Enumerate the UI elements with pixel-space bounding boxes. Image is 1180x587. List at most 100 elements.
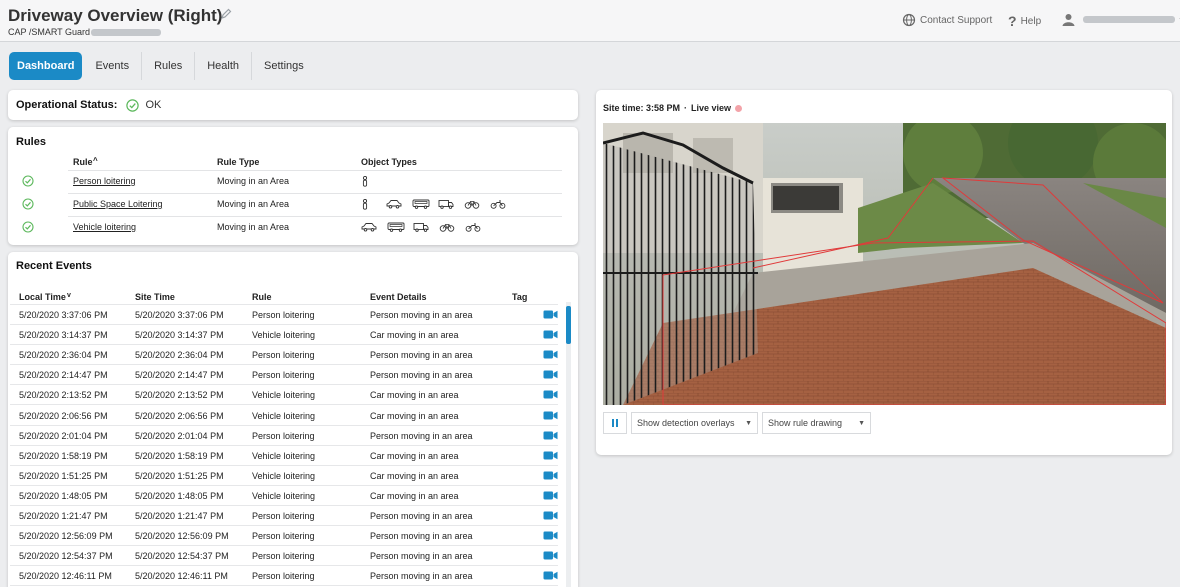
bicycle-icon	[439, 222, 455, 234]
rule-drawing-select[interactable]: Show rule drawing ▼	[762, 412, 871, 434]
sort-descending-icon[interactable]: v	[67, 292, 71, 299]
live-view-label: Live view	[691, 103, 732, 113]
video-clip-icon[interactable]	[543, 571, 558, 582]
event-row-divider	[10, 424, 558, 426]
operational-status-label: Operational Status:	[16, 99, 118, 111]
events-col-local-time[interactable]: Local Time	[19, 292, 66, 302]
motorcycle-icon	[490, 199, 506, 211]
event-local-time: 5/20/2020 2:14:47 PM	[19, 370, 108, 381]
page-title: Driveway Overview (Right)	[8, 6, 223, 25]
event-site-time: 5/20/2020 1:58:19 PM	[135, 450, 224, 461]
rules-col-rule[interactable]: Rule	[73, 157, 93, 167]
event-row-divider	[10, 484, 558, 486]
video-clip-icon[interactable]	[543, 370, 558, 381]
car-icon	[386, 199, 402, 211]
event-local-time: 5/20/2020 2:13:52 PM	[19, 390, 108, 401]
video-clip-icon[interactable]	[543, 330, 558, 341]
event-row-divider	[10, 464, 558, 466]
tab-rules[interactable]: Rules	[142, 52, 196, 80]
event-local-time: 5/20/2020 3:37:06 PM	[19, 310, 108, 320]
video-clip-icon[interactable]	[543, 431, 558, 442]
user-menu[interactable]	[1062, 13, 1180, 26]
event-row-divider	[10, 364, 558, 366]
rule-row-divider	[68, 193, 562, 194]
tab-dashboard[interactable]: Dashboard	[9, 52, 83, 80]
event-details: Person moving in an area	[370, 350, 473, 361]
events-col-event-details: Event Details	[370, 292, 427, 302]
event-site-time: 5/20/2020 2:06:56 PM	[135, 410, 224, 421]
event-rule: Vehicle loitering	[252, 490, 316, 501]
rule-type: Moving in an Area	[217, 222, 290, 232]
event-local-time: 5/20/2020 2:01:04 PM	[19, 430, 108, 441]
event-row-divider	[10, 404, 558, 406]
event-row-divider	[10, 324, 558, 325]
event-local-time: 5/20/2020 2:36:04 PM	[19, 350, 108, 361]
event-local-time: 5/20/2020 1:58:19 PM	[19, 450, 108, 461]
video-clip-icon[interactable]	[543, 471, 558, 482]
detection-overlay-select[interactable]: Show detection overlays ▼	[631, 412, 758, 434]
event-site-time: 5/20/2020 2:13:52 PM	[135, 390, 224, 401]
events-scroll-thumb[interactable]	[566, 306, 571, 344]
recent-events-title: Recent Events	[16, 260, 92, 272]
edit-title-icon[interactable]	[220, 8, 232, 20]
car-icon	[361, 222, 377, 234]
video-clip-icon[interactable]	[543, 350, 558, 361]
event-site-time: 5/20/2020 3:37:06 PM	[135, 310, 224, 320]
rule-status-ok-icon	[22, 198, 34, 212]
event-site-time: 5/20/2020 12:46:11 PM	[135, 571, 228, 582]
video-clip-icon[interactable]	[543, 390, 558, 401]
video-clip-icon[interactable]	[543, 310, 558, 321]
video-clip-icon[interactable]	[543, 511, 558, 522]
event-local-time: 5/20/2020 1:21:47 PM	[19, 511, 108, 521]
event-details: Car moving in an area	[370, 410, 459, 421]
event-details: Person moving in an area	[370, 511, 473, 521]
events-col-tag: Tag	[512, 292, 528, 302]
person-icon	[361, 198, 369, 212]
rule-name-link[interactable]: Public Space Loitering	[73, 199, 163, 209]
event-row-divider	[10, 585, 558, 587]
event-details: Car moving in an area	[370, 470, 459, 481]
event-rule: Person loitering	[252, 571, 315, 582]
tab-health[interactable]: Health	[195, 52, 253, 80]
event-rule: Person loitering	[252, 430, 315, 441]
event-details: Car moving in an area	[370, 390, 459, 401]
person-icon	[361, 175, 369, 189]
event-details: Person moving in an area	[370, 531, 473, 542]
truck-icon	[413, 222, 429, 234]
rule-row-divider	[68, 216, 562, 217]
contact-support-label: Contact Support	[920, 14, 993, 26]
event-rule: Person loitering	[252, 531, 315, 542]
tab-settings[interactable]: Settings	[252, 52, 316, 80]
rule-type: Moving in an Area	[217, 199, 290, 209]
site-time-label: Site time: 3:58 PM	[603, 103, 681, 113]
video-clip-icon[interactable]	[543, 411, 558, 422]
help-link[interactable]: ? Help	[1008, 13, 1041, 29]
pause-button[interactable]	[603, 412, 627, 434]
event-details: Car moving in an area	[370, 450, 459, 461]
video-clip-icon[interactable]	[543, 491, 558, 502]
video-clip-icon[interactable]	[543, 551, 558, 562]
bus-icon	[387, 222, 405, 234]
event-rule: Vehicle loitering	[252, 390, 316, 401]
help-icon: ?	[1008, 13, 1017, 29]
event-local-time: 5/20/2020 12:56:09 PM	[19, 531, 113, 542]
event-local-time: 5/20/2020 2:06:56 PM	[19, 410, 108, 421]
video-clip-icon[interactable]	[543, 531, 558, 542]
rule-name-link[interactable]: Vehicle loitering	[73, 222, 136, 232]
event-row-divider	[10, 565, 558, 567]
event-site-time: 5/20/2020 12:54:37 PM	[135, 551, 229, 562]
redacted-text	[91, 29, 162, 37]
video-clip-icon[interactable]	[543, 451, 558, 462]
camera-live-view[interactable]	[603, 123, 1166, 405]
event-site-time: 5/20/2020 1:51:25 PM	[135, 470, 224, 481]
event-details: Car moving in an area	[370, 490, 459, 501]
tab-events[interactable]: Events	[83, 52, 143, 80]
events-scrollbar[interactable]	[566, 302, 571, 587]
event-row-divider	[10, 444, 558, 446]
contact-support-link[interactable]: Contact Support	[902, 13, 992, 27]
rule-name-link[interactable]: Person loitering	[73, 176, 136, 186]
event-rule: Person loitering	[252, 350, 315, 361]
event-local-time: 5/20/2020 1:51:25 PM	[19, 470, 108, 481]
sort-ascending-icon[interactable]: ^	[93, 156, 98, 165]
dropdown-arrow-icon: ▼	[745, 419, 752, 427]
